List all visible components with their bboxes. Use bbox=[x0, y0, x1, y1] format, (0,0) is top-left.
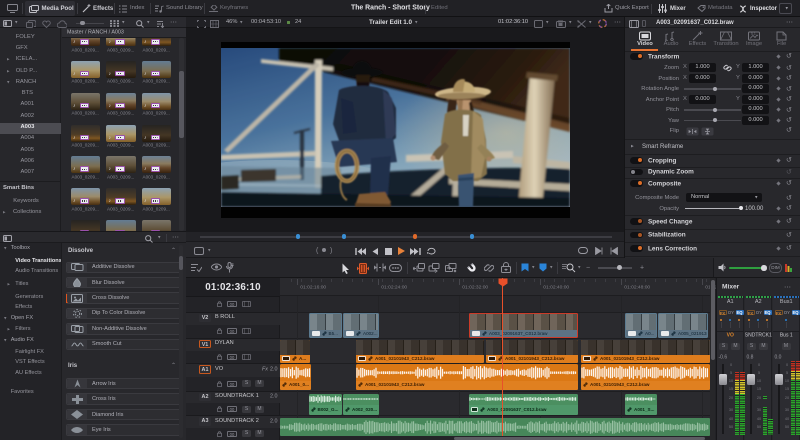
svg-text:5.1: 5.1 bbox=[751, 32, 756, 36]
